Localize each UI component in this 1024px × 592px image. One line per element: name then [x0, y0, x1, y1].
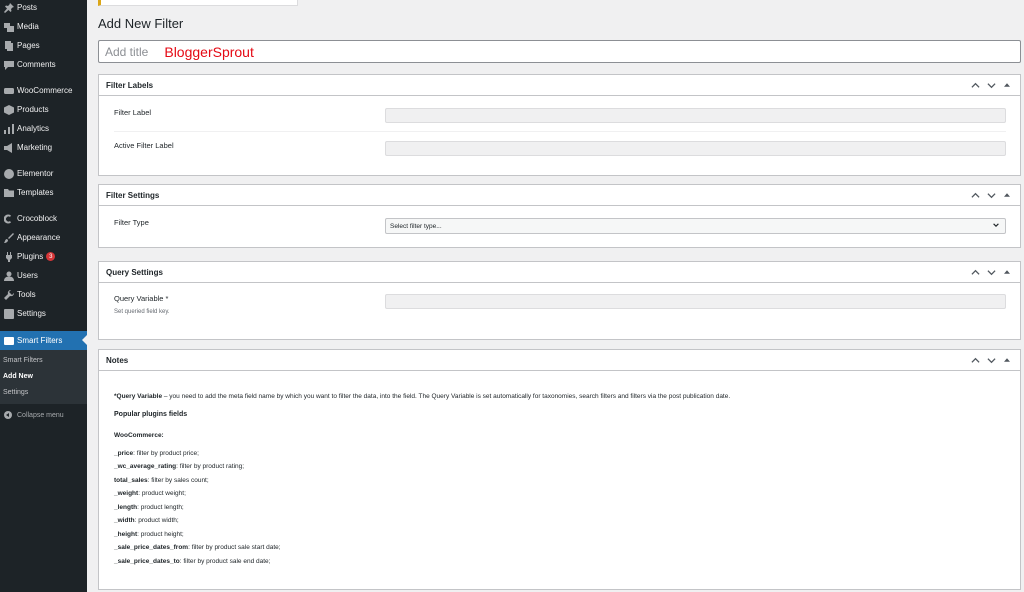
- query-variable-label: Query Variable *: [114, 294, 169, 303]
- filter-labels-box: Filter Labels Filter Label Active Filter…: [98, 74, 1021, 176]
- products-icon: [1, 104, 17, 115]
- active-filter-label-label: Active Filter Label: [114, 141, 174, 150]
- sidebar-item-appearance[interactable]: Appearance: [0, 228, 87, 247]
- filter-label-label: Filter Label: [114, 108, 152, 117]
- plugins-update-badge: 3: [46, 252, 56, 261]
- page-title: Add New Filter: [98, 16, 184, 31]
- move-down-icon[interactable]: [985, 189, 997, 201]
- notes-field-item: _height: product height;: [114, 531, 184, 538]
- title-input[interactable]: Add title BloggerSprout: [98, 40, 1021, 63]
- sidebar-item-media[interactable]: Media: [0, 17, 87, 36]
- sidebar-item-settings[interactable]: Settings: [0, 304, 87, 323]
- notes-field-item: _width: product width;: [114, 517, 179, 524]
- row-divider: [114, 131, 1006, 132]
- notes-field-item: _wc_average_rating: filter by product ra…: [114, 463, 245, 470]
- sidebar-item-products[interactable]: Products: [0, 100, 87, 119]
- query-settings-header: Query Settings: [99, 262, 1020, 283]
- notes-popular-heading: Popular plugins fields: [114, 411, 188, 418]
- sidebar-item-woocommerce[interactable]: WooCommerce: [0, 81, 87, 100]
- query-settings-box: Query Settings Query Variable * Set quer…: [98, 261, 1021, 340]
- brand-watermark: BloggerSprout: [164, 43, 254, 60]
- crocoblock-icon: [1, 214, 17, 224]
- sidebar-item-marketing[interactable]: Marketing: [0, 138, 87, 157]
- move-down-icon[interactable]: [985, 79, 997, 91]
- folder-icon: [1, 188, 17, 198]
- woocommerce-icon: [1, 86, 17, 96]
- admin-sidebar: Posts Media Pages Comments WooCommerce P…: [0, 0, 87, 592]
- sidebar-item-analytics[interactable]: Analytics: [0, 119, 87, 138]
- chevron-down-icon: [992, 221, 1000, 231]
- current-menu-arrow: [82, 335, 87, 345]
- query-variable-input[interactable]: [385, 294, 1006, 309]
- notes-header: Notes: [99, 350, 1020, 371]
- box-title: Filter Settings: [106, 190, 160, 200]
- submenu-item-settings[interactable]: Settings: [3, 389, 28, 396]
- notes-field-item: _sale_price_dates_from: filter by produc…: [114, 544, 281, 551]
- megaphone-icon: [1, 142, 17, 153]
- notes-woocommerce-heading: WooCommerce:: [114, 432, 164, 439]
- sidebar-item-users[interactable]: Users: [0, 266, 87, 285]
- move-up-icon[interactable]: [969, 266, 981, 278]
- media-icon: [1, 22, 17, 32]
- pages-icon: [1, 40, 17, 51]
- sidebar-item-crocoblock[interactable]: Crocoblock: [0, 209, 87, 228]
- toggle-panel-icon[interactable]: [1001, 354, 1013, 366]
- sidebar-item-elementor[interactable]: Elementor: [0, 164, 87, 183]
- notes-box: Notes *Query Variable – you need to add …: [98, 349, 1021, 590]
- collapse-menu-button[interactable]: Collapse menu: [0, 408, 87, 422]
- title-placeholder: Add title: [105, 44, 149, 59]
- notes-field-item: _length: product length;: [114, 504, 184, 511]
- filter-label-input[interactable]: [385, 108, 1006, 123]
- sidebar-item-comments[interactable]: Comments: [0, 55, 87, 74]
- box-title: Notes: [106, 355, 129, 365]
- toggle-panel-icon[interactable]: [1001, 189, 1013, 201]
- notes-intro: *Query Variable – you need to add the me…: [114, 393, 731, 400]
- brush-icon: [1, 232, 17, 243]
- users-icon: [1, 271, 17, 281]
- comment-icon: [1, 60, 17, 70]
- sidebar-item-smart-filters[interactable]: Smart Filters: [0, 331, 87, 350]
- move-down-icon[interactable]: [985, 354, 997, 366]
- sidebar-item-posts[interactable]: Posts: [0, 0, 87, 17]
- move-up-icon[interactable]: [969, 189, 981, 201]
- elementor-icon: [1, 168, 17, 179]
- move-up-icon[interactable]: [969, 354, 981, 366]
- wrench-icon: [1, 289, 17, 300]
- notes-field-item: total_sales: filter by sales count;: [114, 477, 209, 484]
- sidebar-item-tools[interactable]: Tools: [0, 285, 87, 304]
- analytics-icon: [1, 123, 17, 134]
- filter-settings-header: Filter Settings: [99, 185, 1020, 206]
- toggle-panel-icon[interactable]: [1001, 79, 1013, 91]
- notes-field-item: _weight: product weight;: [114, 490, 186, 497]
- box-title: Query Settings: [106, 267, 163, 277]
- move-up-icon[interactable]: [969, 79, 981, 91]
- submenu-item-add-new[interactable]: Add New: [3, 373, 33, 380]
- filter-type-select[interactable]: Select filter type...: [385, 218, 1006, 234]
- filter-labels-header: Filter Labels: [99, 75, 1020, 96]
- notes-field-item: _price: filter by product price;: [114, 450, 199, 457]
- sidebar-item-pages[interactable]: Pages: [0, 36, 87, 55]
- query-variable-description: Set queried field key.: [114, 309, 170, 315]
- smart-filters-icon: [1, 336, 17, 346]
- toggle-panel-icon[interactable]: [1001, 266, 1013, 278]
- plugin-icon: [1, 251, 17, 262]
- pin-icon: [1, 2, 17, 13]
- submenu-item-smart-filters[interactable]: Smart Filters: [3, 357, 43, 364]
- smart-filters-submenu: Smart Filters Add New Settings: [0, 350, 87, 404]
- sidebar-item-plugins[interactable]: Plugins 3: [0, 247, 87, 266]
- admin-notice: [98, 0, 298, 6]
- collapse-icon: [4, 411, 12, 419]
- box-title: Filter Labels: [106, 80, 154, 90]
- filter-type-label: Filter Type: [114, 218, 149, 227]
- move-down-icon[interactable]: [985, 266, 997, 278]
- notes-field-item: _sale_price_dates_to: filter by product …: [114, 558, 271, 565]
- filter-settings-box: Filter Settings Filter Type Select filte…: [98, 184, 1021, 248]
- active-filter-label-input[interactable]: [385, 141, 1006, 156]
- sidebar-item-templates[interactable]: Templates: [0, 183, 87, 202]
- settings-icon: [1, 308, 17, 319]
